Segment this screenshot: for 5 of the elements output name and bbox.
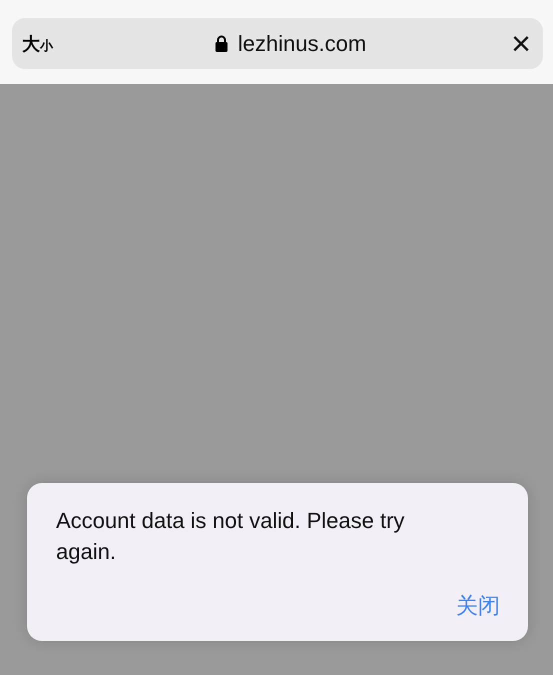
alert-message: Account data is not valid. Please try again. — [56, 507, 406, 566]
address-bar[interactable]: 大小 lezhinus.com × — [12, 18, 543, 69]
close-button[interactable]: × — [509, 26, 533, 60]
text-size-button[interactable]: 大小 — [22, 32, 102, 56]
url-text: lezhinus.com — [238, 30, 366, 56]
